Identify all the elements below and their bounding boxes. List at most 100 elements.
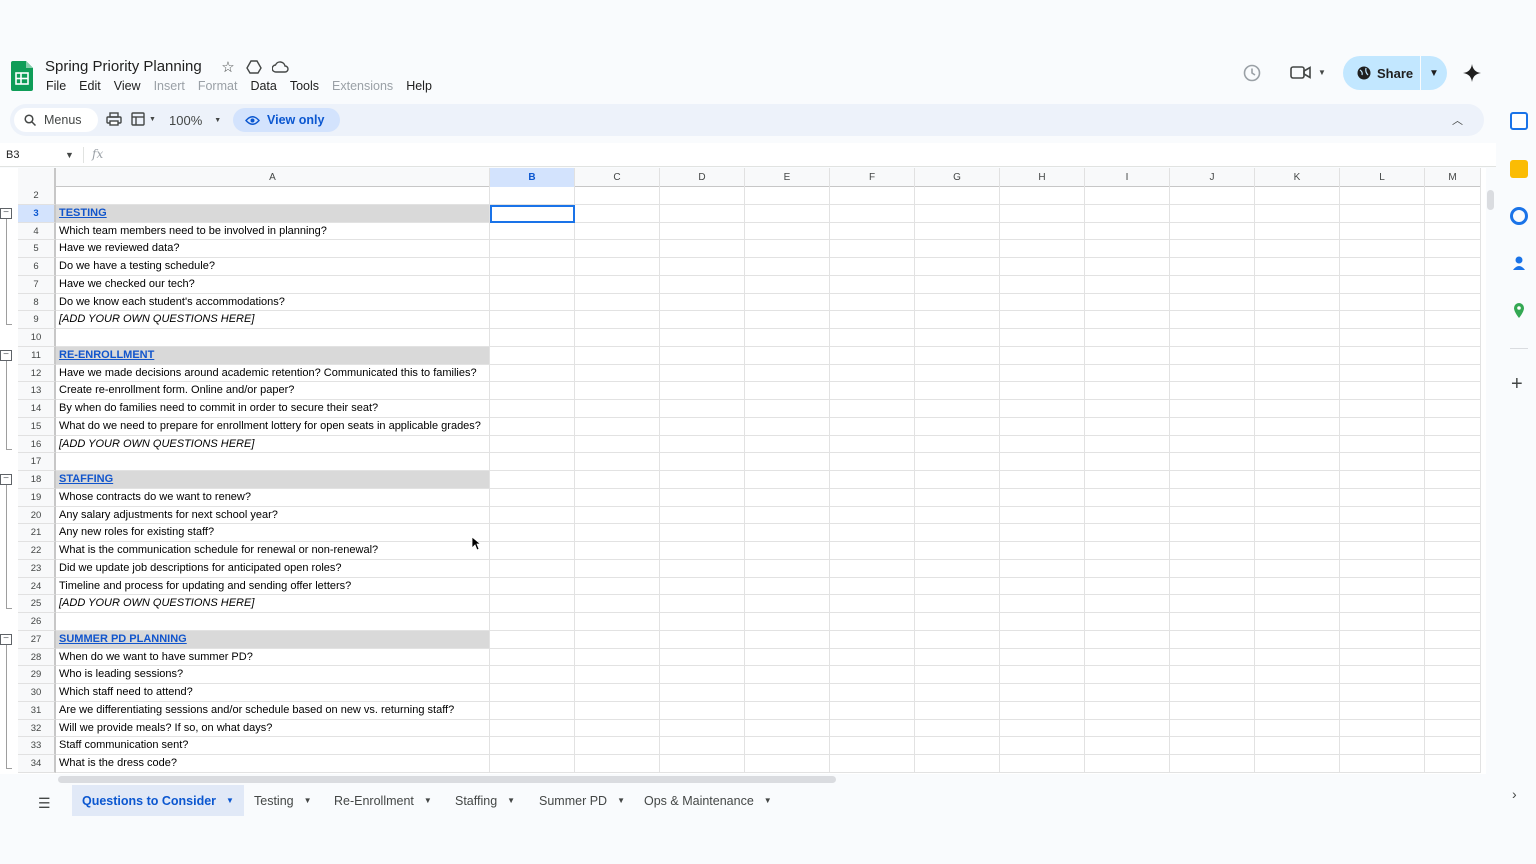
cell[interactable] [1085,400,1170,418]
cell[interactable] [1170,666,1255,684]
cell[interactable] [745,701,830,720]
cell[interactable] [1340,187,1425,205]
cell[interactable] [575,417,660,436]
cell[interactable] [1085,346,1170,365]
cell[interactable] [1255,648,1340,667]
cell[interactable] [1255,666,1340,684]
menu-insert[interactable]: Insert [154,79,185,93]
column-header-k[interactable]: K [1255,168,1340,187]
cell[interactable] [1085,471,1170,489]
cell[interactable] [745,275,830,294]
cell[interactable] [1340,648,1425,667]
cloud-status-icon[interactable] [271,58,289,76]
cell[interactable] [660,204,745,223]
cell[interactable] [1255,364,1340,383]
cell[interactable] [660,382,745,400]
cell[interactable] [660,329,745,347]
cell-a[interactable]: Staff communication sent? [56,737,490,755]
view-only-button[interactable]: View only [233,108,340,132]
cell[interactable] [745,329,830,347]
cell[interactable] [575,737,660,755]
cell-a[interactable]: Timeline and process for updating and se… [56,577,490,596]
cell[interactable] [1340,488,1425,507]
cell[interactable] [1425,542,1481,560]
cell[interactable] [830,240,915,258]
cell[interactable] [745,577,830,596]
cell[interactable] [1085,755,1170,773]
cell[interactable] [490,187,575,205]
cell[interactable] [915,346,1000,365]
cell[interactable] [490,648,575,667]
cell[interactable] [1170,630,1255,649]
row-number[interactable]: 23 [18,559,56,578]
cell-text[interactable]: RE-ENROLLMENT [59,349,154,361]
cell-a[interactable]: [ADD YOUR OWN QUESTIONS HERE] [56,435,490,454]
cell[interactable] [575,240,660,258]
cell[interactable] [1000,240,1085,258]
sheet-tab[interactable]: Summer PD ▼ [529,785,635,816]
cell[interactable] [1000,524,1085,542]
cell[interactable] [660,400,745,418]
cell[interactable] [1425,346,1481,365]
cell[interactable] [660,719,745,738]
cell[interactable] [915,204,1000,223]
cell[interactable] [575,719,660,738]
cell[interactable] [1170,506,1255,525]
cell[interactable] [830,275,915,294]
cell[interactable] [1425,488,1481,507]
cell[interactable] [575,435,660,454]
row-number[interactable]: 29 [18,666,56,684]
cell[interactable] [1425,559,1481,578]
cell[interactable] [1425,435,1481,454]
cell[interactable] [575,755,660,773]
cell[interactable] [745,258,830,276]
cell[interactable] [1425,701,1481,720]
cell[interactable] [830,435,915,454]
gemini-icon[interactable] [1462,63,1482,88]
cell-a[interactable]: Do we have a testing schedule? [56,258,490,276]
cell[interactable] [1340,524,1425,542]
cell[interactable] [915,701,1000,720]
column-header-e[interactable]: E [745,168,830,187]
cell[interactable] [1255,435,1340,454]
cell[interactable] [915,187,1000,205]
cell[interactable] [660,364,745,383]
cell[interactable] [1170,364,1255,383]
cell[interactable] [1000,400,1085,418]
cell[interactable] [1000,346,1085,365]
cell[interactable] [1000,488,1085,507]
cell[interactable] [1085,506,1170,525]
collapse-group-button[interactable]: − [0,349,12,361]
cell[interactable] [915,275,1000,294]
cell-a[interactable] [56,613,490,631]
cell[interactable] [1340,559,1425,578]
cell[interactable] [1085,542,1170,560]
row-number[interactable]: 14 [18,400,56,418]
row-number[interactable]: 10 [18,329,56,347]
cell[interactable] [1255,346,1340,365]
cell[interactable] [1255,737,1340,755]
cell[interactable] [1340,755,1425,773]
cell[interactable] [1340,542,1425,560]
cell[interactable] [745,488,830,507]
cell[interactable] [1255,630,1340,649]
row-number[interactable]: 27 [18,630,56,649]
section-header-cell[interactable]: TESTING [56,204,490,223]
cell[interactable] [1000,275,1085,294]
cell[interactable] [830,737,915,755]
cell[interactable] [1255,755,1340,773]
row-number[interactable]: 16 [18,435,56,454]
row-number[interactable]: 28 [18,648,56,667]
cell[interactable] [575,382,660,400]
row-number[interactable]: 11 [18,346,56,365]
row-number[interactable]: 19 [18,488,56,507]
cell[interactable] [745,684,830,702]
cell[interactable] [1170,755,1255,773]
cell[interactable] [660,453,745,471]
cell[interactable] [1340,471,1425,489]
cell[interactable] [745,240,830,258]
cell[interactable] [1170,488,1255,507]
cell[interactable] [1170,524,1255,542]
cell[interactable] [660,595,745,613]
chevron-down-icon[interactable]: ▼ [424,796,432,805]
